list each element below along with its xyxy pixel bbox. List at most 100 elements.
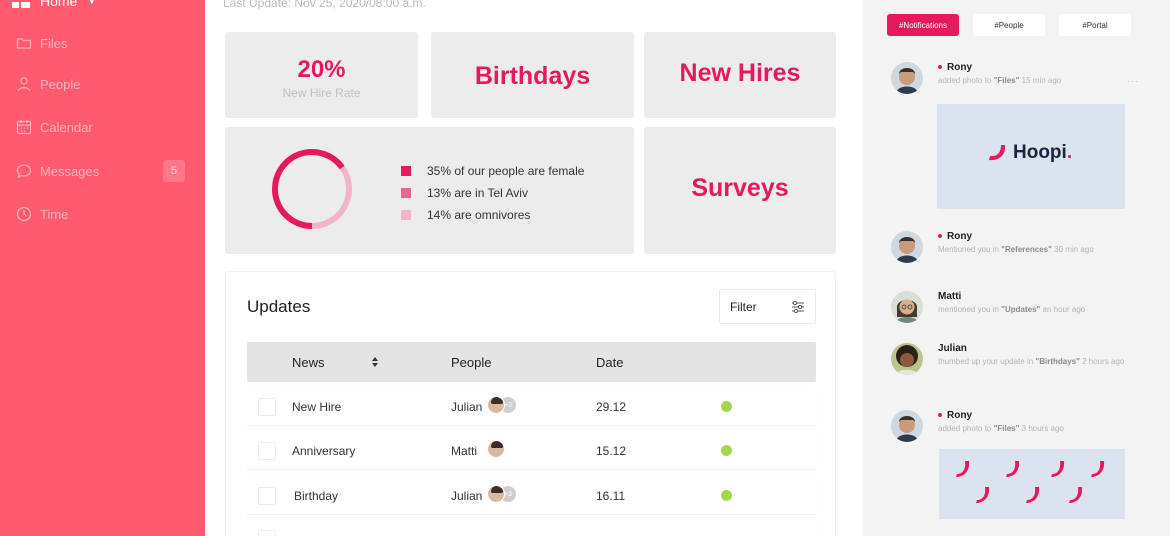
row-checkbox[interactable]: [258, 487, 276, 505]
table-row[interactable]: [247, 518, 816, 536]
column-header-people[interactable]: People: [451, 355, 491, 370]
feed-text-action: added photo to: [938, 76, 994, 85]
sidebar-item-files[interactable]: Files: [16, 32, 191, 54]
status-dot: [721, 490, 732, 501]
feed-time: 15 min ago: [1019, 76, 1062, 85]
unread-dot: [938, 65, 942, 70]
feed-author-name: Rony: [947, 410, 972, 421]
avatar-group: +3: [487, 485, 517, 503]
sidebar-item-label: Files: [40, 35, 68, 51]
row-news: New Hire: [292, 400, 342, 414]
grid-icon: [12, 0, 30, 8]
unread-dot: [938, 413, 942, 418]
swoosh-icon: [989, 145, 1006, 161]
feed-author-name: Julian: [938, 343, 967, 354]
row-checkbox[interactable]: [258, 398, 276, 416]
avatar: [891, 410, 923, 442]
feed-time: 30 min ago: [1051, 245, 1094, 254]
sidebar-item-label: Time: [40, 206, 69, 222]
clock-icon: [16, 206, 32, 222]
sidebar-item-messages[interactable]: Messages 5: [16, 160, 191, 182]
avatar: [487, 440, 505, 458]
tab-portal[interactable]: #Portal: [1059, 14, 1131, 36]
feed-author: Matti: [938, 291, 961, 302]
feed-target[interactable]: "References": [1001, 245, 1052, 254]
updates-panel: Updates Filter News People Date New Hire…: [225, 271, 836, 536]
row-date: 16.11: [596, 489, 626, 503]
feed-text-action: added photo to: [938, 424, 994, 433]
avatar: [487, 396, 505, 414]
avatar: [487, 485, 505, 503]
row-person: Julian: [451, 489, 483, 503]
last-update-text: Last Update: Nov 25, 2020/08:00 a.m.: [223, 0, 426, 10]
surveys-card[interactable]: Surveys: [644, 127, 836, 254]
calendar-icon: [16, 119, 32, 135]
feed-author: Rony: [938, 62, 972, 73]
folder-icon: [16, 35, 32, 51]
row-news: Birthday: [294, 489, 339, 503]
legend-text: 14% are omnivores: [427, 208, 531, 222]
feed-text: Mentioned you in "References" 30 min ago: [938, 244, 1128, 255]
sidebar-item-time[interactable]: Time: [16, 203, 191, 225]
surveys-title: Surveys: [691, 174, 789, 202]
row-date: 29.12: [596, 400, 627, 414]
row-checkbox[interactable]: [258, 530, 276, 536]
sidebar-item-calendar[interactable]: Calendar: [16, 116, 191, 138]
row-person: Julian: [451, 400, 483, 414]
sliders-icon: [792, 300, 804, 314]
birthdays-title: Birthdays: [474, 62, 591, 90]
birthdays-card[interactable]: Birthdays: [431, 32, 634, 118]
feed-time: 3 hours ago: [1019, 424, 1064, 433]
shared-photo[interactable]: Hoopi.: [937, 104, 1125, 209]
legend-swatch: [401, 188, 411, 198]
more-options-icon[interactable]: ···: [1127, 76, 1139, 86]
avatar: [891, 231, 923, 263]
table-row[interactable]: Birthday Julian +3 16.11: [247, 475, 816, 515]
feed-author: Rony: [938, 231, 972, 242]
legend-swatch: [401, 166, 411, 176]
tab-people[interactable]: #People: [973, 14, 1045, 36]
feed-target[interactable]: "Files": [994, 76, 1020, 85]
swoosh-pattern-image: [956, 461, 1105, 503]
hire-rate-label: New Hire Rate: [282, 86, 361, 100]
sidebar-item-label: Calendar: [40, 119, 93, 135]
legend-swatch: [401, 210, 411, 220]
sort-icon[interactable]: [371, 356, 379, 368]
feed-author: Rony: [938, 410, 972, 421]
tab-notifications[interactable]: #Notifications: [887, 14, 959, 36]
sidebar-item-home[interactable]: Home ▼: [12, 0, 96, 12]
feed-text: added photo to "Files" 15 min ago: [938, 75, 1128, 86]
feed-author: Julian: [938, 343, 967, 354]
filter-label: Filter: [730, 299, 757, 314]
person-icon: [16, 76, 32, 92]
avatar: [891, 343, 923, 375]
hire-rate-value: 20%: [297, 56, 346, 83]
feed-time: an hour ago: [1040, 305, 1086, 314]
shared-photo[interactable]: [939, 449, 1125, 519]
column-header-date[interactable]: Date: [596, 355, 623, 370]
logo-word: Hoopi: [1013, 142, 1067, 163]
avatar-group: [487, 440, 505, 458]
messages-count-badge: 5: [163, 160, 185, 182]
updates-title: Updates: [247, 297, 311, 316]
table-row[interactable]: New Hire Julian +3 29.12: [247, 386, 816, 426]
new-hires-card[interactable]: New Hires: [644, 32, 836, 118]
sidebar-item-people[interactable]: People: [16, 73, 191, 95]
legend-text: 35% of our people are female: [427, 164, 585, 178]
feed-target[interactable]: "Birthdays": [1035, 357, 1079, 366]
table-row[interactable]: Anniversary Matti 15.12: [247, 430, 816, 470]
table-header: News People Date: [247, 342, 816, 382]
avatar-group: +3: [487, 396, 517, 414]
feed-text: added photo to "Files" 3 hours ago: [938, 423, 1128, 434]
legend-item: 13% are in Tel Aviv: [401, 182, 584, 204]
hire-rate-card[interactable]: 20% New Hire Rate: [225, 32, 418, 118]
feed-target[interactable]: "Updates": [1001, 305, 1040, 314]
unread-dot: [938, 234, 942, 239]
chat-icon: [16, 163, 32, 179]
row-checkbox[interactable]: [258, 442, 276, 460]
feed-text-action: Mentioned you in: [938, 245, 1002, 254]
filter-button[interactable]: Filter: [719, 289, 816, 324]
feed-target[interactable]: "Files": [994, 424, 1020, 433]
feed-text-action: mentioned you in: [938, 305, 1002, 314]
column-header-news[interactable]: News: [292, 355, 325, 370]
